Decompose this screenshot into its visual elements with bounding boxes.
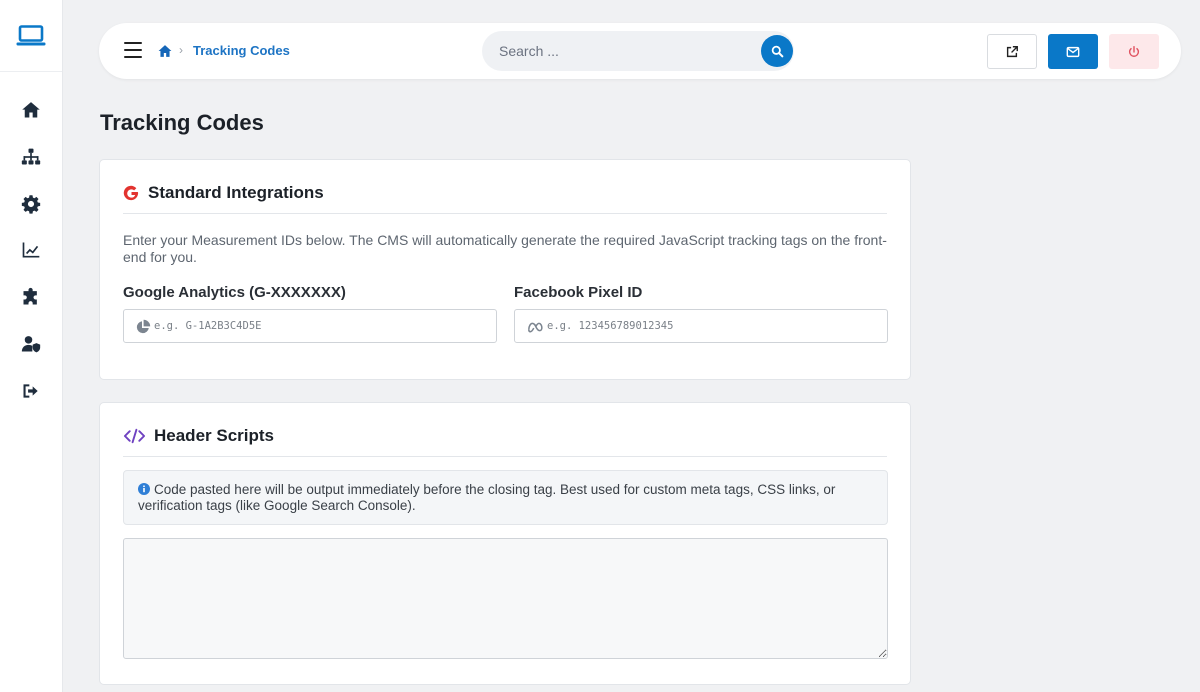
integrations-description: Enter your Measurement IDs below. The CM… xyxy=(123,232,887,265)
search-input[interactable] xyxy=(482,31,752,71)
laptop-icon xyxy=(16,24,46,45)
header-scripts-textarea[interactable] xyxy=(123,538,888,659)
meta-icon xyxy=(528,322,543,333)
messages-button[interactable] xyxy=(1048,34,1098,69)
power-button[interactable] xyxy=(1109,34,1159,69)
home-icon xyxy=(22,102,40,118)
sidebar-item-settings[interactable] xyxy=(11,184,51,224)
card-title: Standard Integrations xyxy=(123,183,324,203)
puzzle-icon xyxy=(23,288,37,305)
code-icon xyxy=(123,428,146,444)
header-scripts-card: Header Scripts Code pasted here will be … xyxy=(99,402,911,685)
fb-field xyxy=(514,309,888,343)
breadcrumb-home-icon[interactable] xyxy=(158,44,172,58)
ga-label: Google Analytics (G-XXXXXXX) xyxy=(123,284,346,301)
sidebar xyxy=(0,0,63,692)
sitemap-icon xyxy=(21,148,41,165)
external-link-icon xyxy=(1006,45,1018,57)
chart-line-icon xyxy=(22,242,40,258)
standard-integrations-card: Standard Integrations Enter your Measure… xyxy=(99,159,911,380)
pie-chart-icon xyxy=(136,319,151,334)
envelope-icon xyxy=(1066,46,1080,57)
hamburger-menu-icon[interactable] xyxy=(124,42,142,59)
header-scripts-info: Code pasted here will be output immediat… xyxy=(123,470,888,525)
search-bar xyxy=(482,31,794,71)
google-icon xyxy=(123,185,140,202)
user-shield-icon xyxy=(21,336,41,353)
card-title: Header Scripts xyxy=(123,426,274,446)
header-scripts-info-text: Code pasted here will be output immediat… xyxy=(138,482,836,513)
ga-input[interactable] xyxy=(154,310,484,342)
fb-label: Facebook Pixel ID xyxy=(514,284,643,301)
header-scripts-title: Header Scripts xyxy=(154,426,274,445)
ga-field xyxy=(123,309,497,343)
view-site-button[interactable] xyxy=(987,34,1037,69)
sidebar-item-home[interactable] xyxy=(11,90,51,130)
sidebar-logo[interactable] xyxy=(0,0,62,72)
sidebar-item-logout[interactable] xyxy=(11,371,51,411)
sidebar-item-analytics[interactable] xyxy=(11,230,51,270)
search-icon xyxy=(771,45,783,57)
info-icon xyxy=(138,483,150,495)
sidebar-item-users[interactable] xyxy=(11,324,51,364)
power-icon xyxy=(1128,45,1140,57)
sidebar-item-sitemap[interactable] xyxy=(11,137,51,177)
sidebar-nav xyxy=(0,72,62,418)
breadcrumb-current[interactable]: Tracking Codes xyxy=(193,43,290,58)
fb-input[interactable] xyxy=(547,310,877,342)
sign-out-icon xyxy=(23,384,38,398)
page-title: Tracking Codes xyxy=(100,110,264,135)
sidebar-item-plugins[interactable] xyxy=(11,277,51,317)
breadcrumb-separator: › xyxy=(179,43,183,57)
gear-icon xyxy=(21,194,41,214)
card-divider xyxy=(123,213,887,214)
topbar: › Tracking Codes xyxy=(99,23,1181,79)
search-button[interactable] xyxy=(761,35,793,67)
card-divider xyxy=(123,456,887,457)
standard-integrations-title: Standard Integrations xyxy=(148,183,324,202)
